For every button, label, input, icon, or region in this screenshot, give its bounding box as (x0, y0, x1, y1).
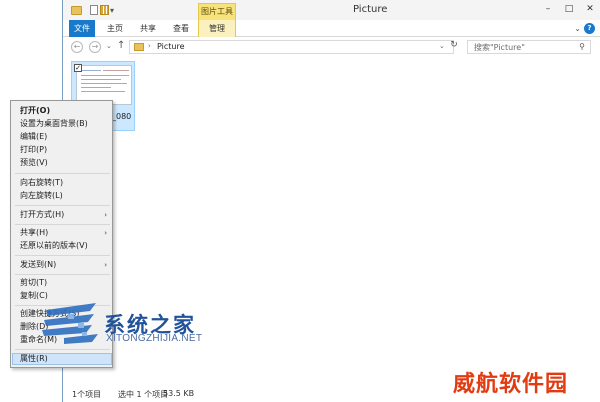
search-placeholder: 搜索"Picture" (474, 43, 525, 52)
menu-separator (15, 173, 110, 174)
selected-count: 选中 1 个项目 (118, 390, 169, 399)
help-icon[interactable]: ? (584, 23, 595, 34)
breadcrumb-arrow-icon[interactable]: › (148, 42, 151, 50)
window-title: Picture (353, 4, 388, 15)
menu-item-restore-previous-versions[interactable]: 还原以前的版本(V) (12, 240, 112, 252)
menu-separator (15, 274, 110, 275)
menu-item-cut[interactable]: 剪切(T) (12, 277, 112, 289)
watermark-site-url: XITONGZHIJIA.NET (106, 333, 203, 344)
address-dropdown-icon[interactable]: ⌄ (439, 42, 445, 50)
title-bar: ▾ 图片工具 Picture – □ ✕ (63, 0, 600, 20)
folder-icon[interactable] (71, 4, 82, 16)
tab-view[interactable]: 查看 (167, 20, 195, 37)
menu-item-print[interactable]: 打印(P) (12, 144, 112, 156)
menu-item-open-with[interactable]: 打开方式(H) › (12, 209, 112, 221)
menu-item-label: 打开方式(H) (20, 210, 65, 219)
selected-size: 53.5 KB (163, 389, 195, 398)
tab-file[interactable]: 文件 (69, 20, 95, 37)
recent-locations-icon[interactable]: ⌄ (106, 42, 112, 50)
menu-item-label: 发送到(N) (20, 260, 57, 269)
item-checkbox[interactable]: ✓ (74, 64, 82, 72)
maximize-button[interactable]: □ (562, 3, 576, 16)
menu-item-send-to[interactable]: 发送到(N) › (12, 259, 112, 271)
submenu-arrow-icon: › (104, 261, 107, 269)
properties-icon[interactable] (88, 4, 99, 16)
new-folder-icon[interactable] (99, 4, 110, 16)
watermark-brand: 威航软件园 (453, 372, 569, 397)
menu-item-rotate-left[interactable]: 向左旋转(L) (12, 190, 112, 202)
search-icon[interactable]: ⚲ (579, 42, 585, 51)
menu-item-open[interactable]: 打开(O) (12, 105, 112, 117)
menu-item-label: 共享(H) (20, 228, 49, 237)
breadcrumb-picture[interactable]: Picture (157, 42, 185, 51)
refresh-button[interactable]: ↻ (448, 40, 460, 53)
submenu-arrow-icon: › (104, 211, 107, 219)
picture-tools-contextual-tab: 图片工具 (198, 3, 236, 20)
tab-manage[interactable]: 管理 (198, 20, 236, 37)
minimize-button[interactable]: – (541, 3, 555, 16)
submenu-arrow-icon: › (104, 229, 107, 237)
menu-separator (15, 255, 110, 256)
tab-home[interactable]: 主页 (101, 20, 129, 37)
menu-item-rotate-right[interactable]: 向右旋转(T) (12, 177, 112, 189)
menu-item-properties[interactable]: 属性(R) (12, 353, 112, 365)
folder-icon (134, 43, 144, 51)
ribbon-expand-icon[interactable]: ⌄ (574, 24, 581, 33)
quick-access-dropdown-icon[interactable]: ▾ (110, 6, 114, 15)
menu-separator (15, 205, 110, 206)
menu-item-preview[interactable]: 预览(V) (12, 157, 112, 169)
menu-item-set-desktop-background[interactable]: 设置为桌面背景(B) (12, 118, 112, 130)
menu-item-share[interactable]: 共享(H) › (12, 227, 112, 239)
item-count: 1个项目 (72, 390, 102, 399)
search-input[interactable]: 搜索"Picture" ⚲ (467, 40, 591, 54)
image-thumbnail (76, 65, 132, 105)
menu-item-edit[interactable]: 编辑(E) (12, 131, 112, 143)
address-toolbar: ← → ⌄ ↑ › Picture ⌄ ↻ 搜索"Picture" ⚲ (63, 37, 600, 57)
tab-share[interactable]: 共享 (135, 20, 161, 37)
file-name[interactable]: _080 (112, 112, 131, 121)
menu-separator (15, 224, 110, 225)
back-button[interactable]: ← (71, 41, 83, 53)
address-bar[interactable]: › Picture (129, 40, 454, 54)
up-button[interactable]: ↑ (117, 40, 125, 51)
ribbon-tabs: 文件 主页 共享 查看 管理 ⌄ ? (63, 20, 600, 37)
forward-button[interactable]: → (89, 41, 101, 53)
close-button[interactable]: ✕ (583, 3, 597, 16)
